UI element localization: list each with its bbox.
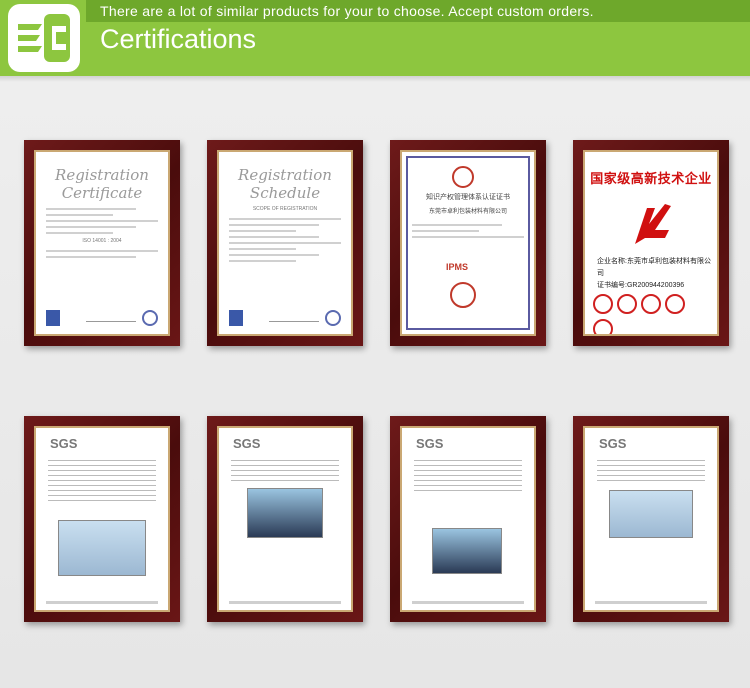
brand-logo-icon xyxy=(18,14,70,62)
certificate-heading: Registration Schedule xyxy=(219,166,351,202)
ukas-badge-icon xyxy=(46,310,60,326)
brand-logo xyxy=(8,4,80,72)
report-text-lines xyxy=(48,460,156,505)
red-seal-icon xyxy=(665,294,685,314)
certificate-holder: 东莞市卓利包装材料有限公司 xyxy=(428,209,507,215)
signature-line xyxy=(86,315,136,322)
sgs-report-frame-3: SGS xyxy=(390,416,546,622)
sgs-logo: SGS xyxy=(233,436,261,451)
red-seal-icon xyxy=(593,294,613,314)
red-seal-icon xyxy=(593,319,613,334)
signature-line xyxy=(269,315,319,322)
certificate-heading-line1: Registration xyxy=(55,166,149,184)
seal-row xyxy=(593,294,709,334)
red-seal-icon xyxy=(450,282,476,308)
ukas-badge-icon xyxy=(229,310,243,326)
sgs-report-frame-2: SGS xyxy=(207,416,363,622)
certificate-badges xyxy=(229,308,341,326)
sample-photo xyxy=(247,488,323,538)
certificate-scope: SCOPE OF REGISTRATION xyxy=(252,206,318,212)
certificate-details: 企业名称:东莞市卓利包装材料有限公司 证书编号:GR200944200396 xyxy=(597,256,717,292)
report-footer xyxy=(229,601,341,604)
certificate-text-lines xyxy=(229,218,341,262)
certification-body-logo-icon xyxy=(452,166,474,188)
report-footer xyxy=(46,601,158,604)
sgs-report-frame-4: SGS xyxy=(573,416,729,622)
report-text-lines xyxy=(414,460,522,495)
certificate-code: ISO 14001 : 2004 xyxy=(82,238,122,244)
red-seal-icon xyxy=(641,294,661,314)
sample-photo xyxy=(609,490,693,538)
banner-shadow xyxy=(0,76,750,82)
certificate-paper: Registration Schedule SCOPE OF REGISTRAT… xyxy=(217,150,353,336)
certificate-heading: Registration Certificate xyxy=(36,166,168,202)
report-paper: SGS xyxy=(400,426,536,612)
report-paper: SGS xyxy=(583,426,719,612)
certificate-paper: 知识产权管理体系认证证书 东莞市卓利包装材料有限公司 IPMS xyxy=(400,150,536,336)
certificate-paper: Registration Certificate ISO 14001 : 200… xyxy=(34,150,170,336)
certificate-frame-iso: Registration Certificate ISO 14001 : 200… xyxy=(24,140,180,346)
report-footer xyxy=(595,601,707,604)
red-seal-icon xyxy=(617,294,637,314)
header-banner: There are a lot of similar products for … xyxy=(0,0,750,76)
certificate-text-lines-lower xyxy=(46,250,158,258)
report-paper: SGS xyxy=(217,426,353,612)
report-footer xyxy=(412,601,524,604)
certificate-heading-line1: Registration xyxy=(238,166,332,184)
sample-photo xyxy=(58,520,146,576)
sgs-logo: SGS xyxy=(416,436,444,451)
certificate-frame-hightech: 国家级高新技术企业 企业名称:东莞市卓利包装材料有限公司 证书编号:GR2009… xyxy=(573,140,729,346)
seal-icon xyxy=(142,310,158,326)
certificate-heading-line2: Schedule xyxy=(249,184,321,202)
certificate-text-lines xyxy=(46,208,158,234)
high-tech-emblem-icon xyxy=(635,204,671,244)
report-text-lines xyxy=(597,460,705,485)
sample-photo xyxy=(432,528,502,574)
tagline: There are a lot of similar products for … xyxy=(100,3,594,19)
certificate-badges xyxy=(46,308,158,326)
report-paper: SGS xyxy=(34,426,170,612)
sgs-logo: SGS xyxy=(599,436,627,451)
sgs-logo: SGS xyxy=(50,436,78,451)
company-name: 企业名称:东莞市卓利包装材料有限公司 xyxy=(597,258,711,277)
certificate-number: 证书编号:GR200944200396 xyxy=(597,282,685,289)
seal-icon xyxy=(325,310,341,326)
report-text-lines xyxy=(231,460,339,485)
certificate-frame-schedule: Registration Schedule SCOPE OF REGISTRAT… xyxy=(207,140,363,346)
certificate-heading: 国家级高新技术企业 xyxy=(590,171,712,186)
certificate-paper: 国家级高新技术企业 企业名称:东莞市卓利包装材料有限公司 证书编号:GR2009… xyxy=(583,150,719,336)
sgs-report-frame-1: SGS xyxy=(24,416,180,622)
certificate-heading-line2: Certificate xyxy=(61,184,143,202)
certificate-heading: 知识产权管理体系认证证书 xyxy=(426,194,510,201)
page-title: Certifications xyxy=(100,24,257,54)
certificate-frame-ipms: 知识产权管理体系认证证书 东莞市卓利包装材料有限公司 IPMS xyxy=(390,140,546,346)
ipms-mark: IPMS xyxy=(446,262,469,272)
